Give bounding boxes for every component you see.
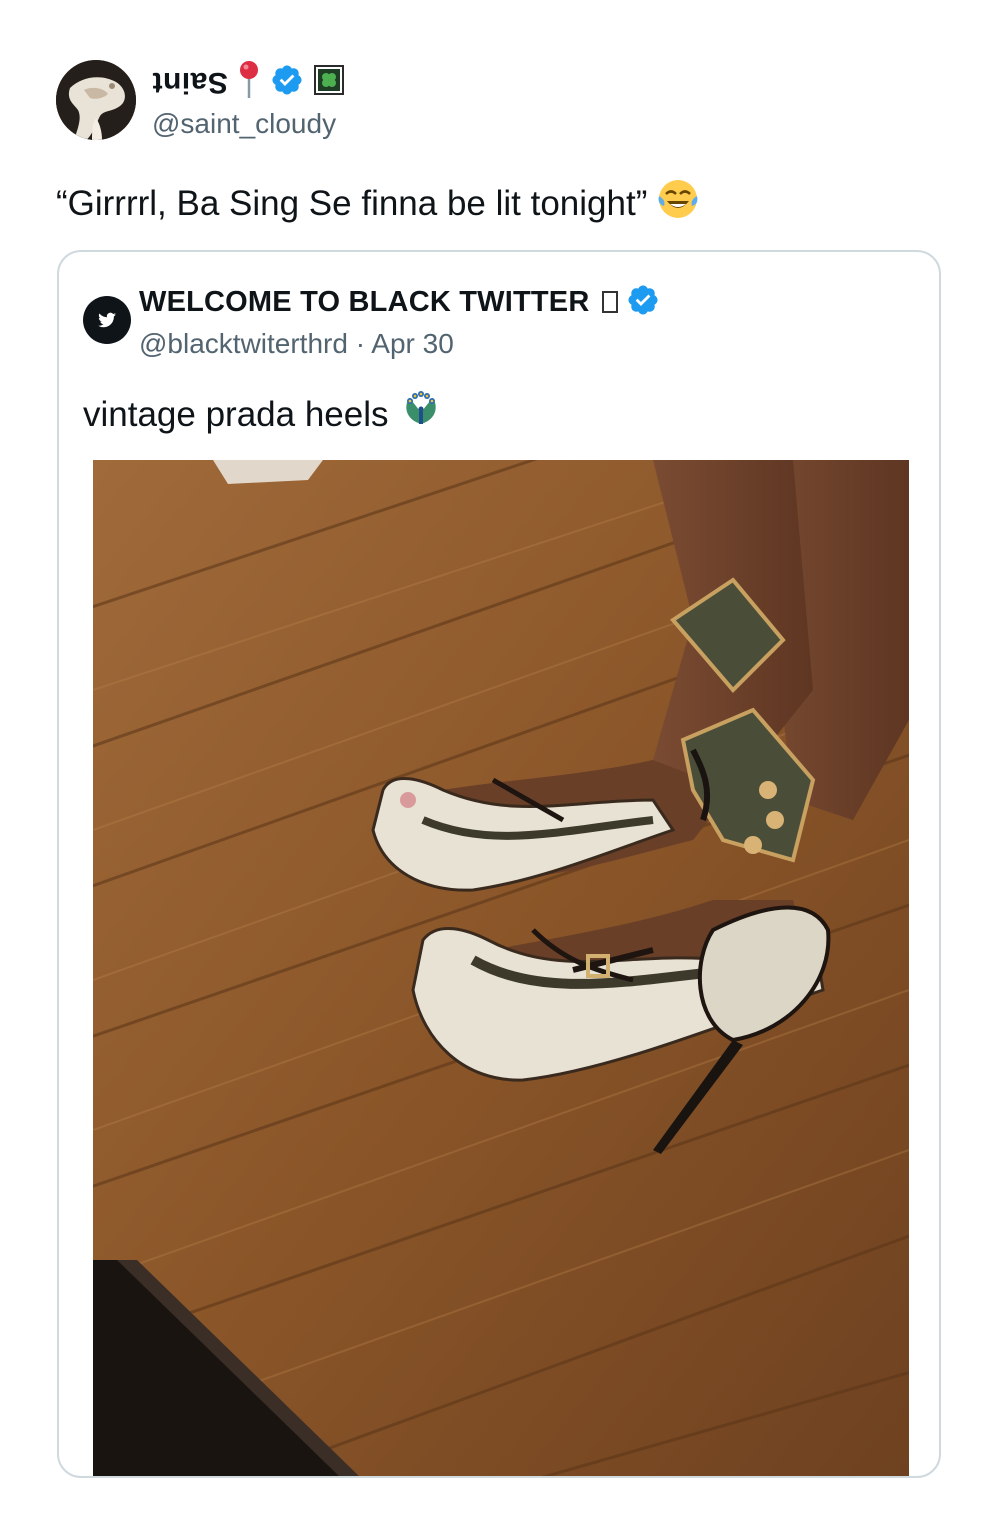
quoted-tweet-card[interactable]: WELCOME TO BLACK TWITTER @blacktwiterthr… xyxy=(57,250,941,1478)
quoted-handle[interactable]: @blacktwiterthrd xyxy=(139,328,348,359)
heels-photo-illustration xyxy=(93,460,909,1476)
quoted-meta: @blacktwiterthrd · Apr 30 xyxy=(139,328,454,360)
round-pushpin-icon xyxy=(238,60,260,105)
verified-badge-icon[interactable] xyxy=(626,283,660,322)
display-name[interactable]: Saint xyxy=(152,65,228,99)
four-leaf-clover-icon xyxy=(313,64,344,100)
quoted-author-name-row: WELCOME TO BLACK TWITTER xyxy=(139,280,660,324)
face-with-tears-of-joy-icon xyxy=(657,178,699,229)
quoted-text-content: vintage prada heels xyxy=(83,394,389,434)
meta-separator: · xyxy=(355,328,366,359)
quoted-avatar[interactable] xyxy=(83,296,131,344)
verified-badge-icon[interactable] xyxy=(270,63,304,102)
quoted-display-name[interactable]: WELCOME TO BLACK TWITTER xyxy=(139,286,590,319)
twitter-bird-icon xyxy=(98,312,116,328)
avatar-image xyxy=(56,60,136,140)
missing-glyph-icon xyxy=(601,291,618,313)
tweet-text: “Girrrrl, Ba Sing Se finna be lit tonigh… xyxy=(56,178,699,229)
avatar[interactable] xyxy=(56,60,136,140)
tweet-header: Saint @saint_cloudy xyxy=(56,60,936,142)
quoted-text: vintage prada heels xyxy=(83,390,441,439)
author-handle[interactable]: @saint_cloudy xyxy=(152,108,336,140)
peacock-icon xyxy=(401,390,441,439)
tweet-text-content: “Girrrrl, Ba Sing Se finna be lit tonigh… xyxy=(56,183,648,223)
author-name-row: Saint xyxy=(152,60,344,105)
quoted-date[interactable]: Apr 30 xyxy=(371,328,454,359)
tweet-photo[interactable] xyxy=(93,460,909,1476)
